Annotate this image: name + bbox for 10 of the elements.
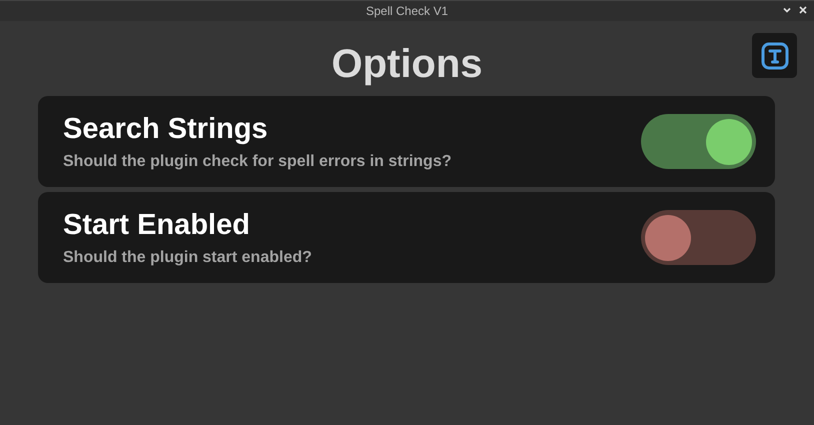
page-heading: Options bbox=[331, 41, 483, 88]
window-title: Spell Check V1 bbox=[366, 3, 448, 20]
text-tool-icon bbox=[760, 42, 788, 70]
option-title: Start Enabled bbox=[63, 208, 251, 242]
plugin-logo-button[interactable] bbox=[752, 33, 797, 78]
option-title: Search Strings bbox=[63, 112, 269, 146]
collapse-icon[interactable] bbox=[782, 5, 792, 15]
option-description: Should the plugin start enabled? bbox=[63, 248, 312, 268]
option-description: Should the plugin check for spell errors in strings? bbox=[63, 152, 452, 172]
close-icon[interactable] bbox=[798, 5, 808, 15]
